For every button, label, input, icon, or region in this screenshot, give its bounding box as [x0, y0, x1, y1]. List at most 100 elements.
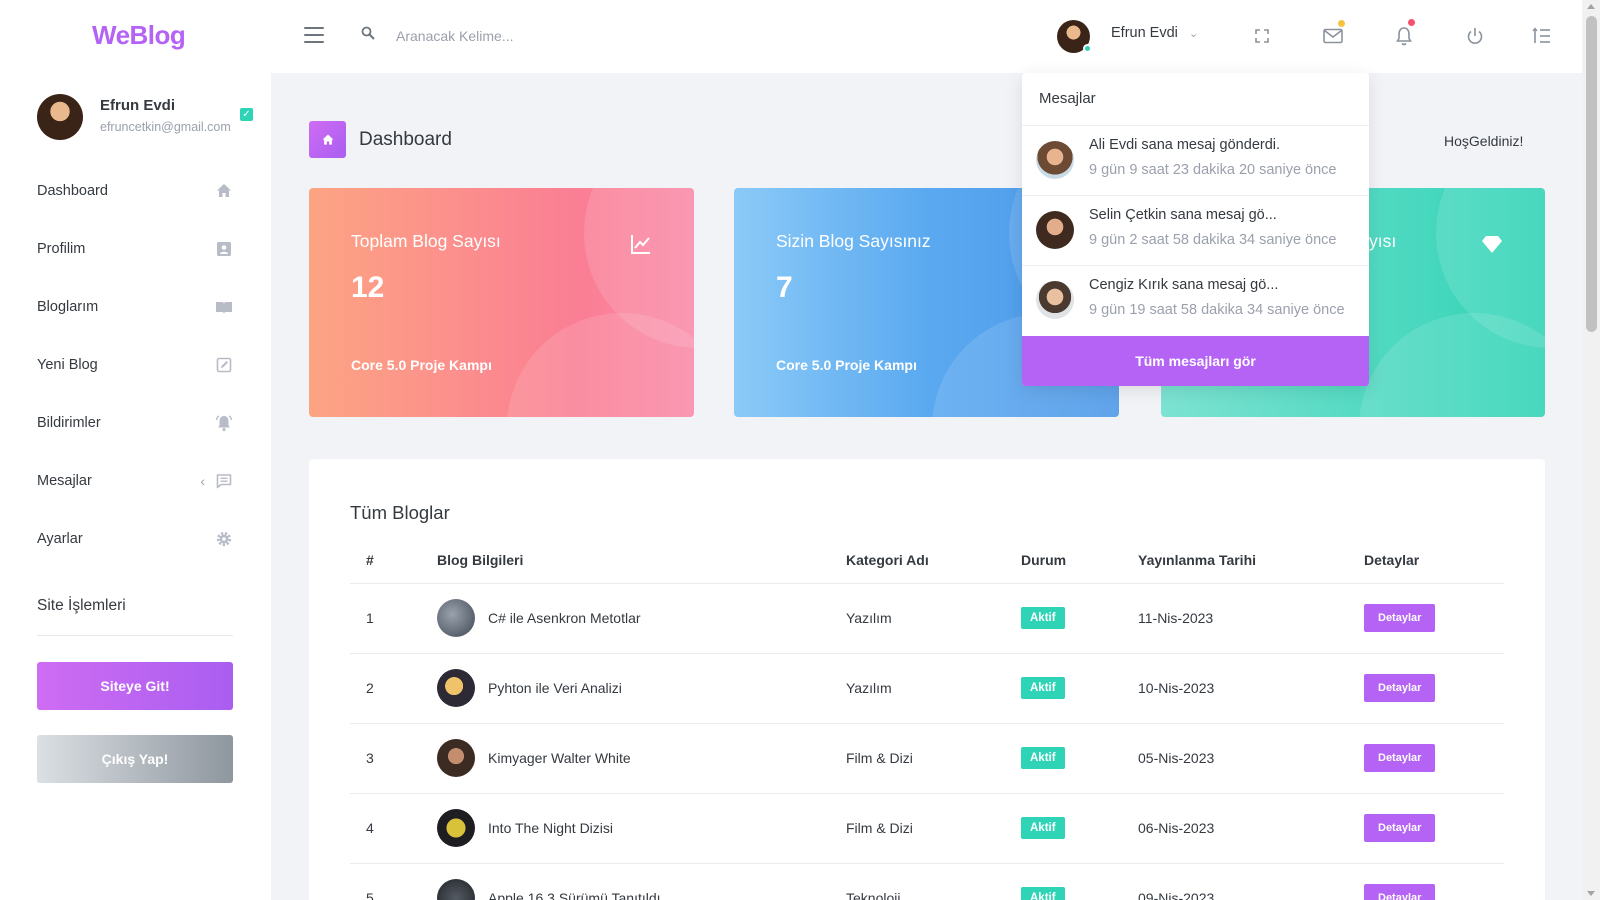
message-item[interactable]: Selin Çetkin sana mesaj gö... 9 gün 2 sa…: [1022, 195, 1369, 265]
message-item[interactable]: Cengiz Kırık sana mesaj gö... 9 gün 19 s…: [1022, 265, 1369, 335]
row-number: 5: [350, 863, 421, 900]
search-icon: [361, 26, 375, 40]
notification-badge-dot: [1408, 19, 1415, 26]
dropdown-title: Mesajlar: [1039, 90, 1096, 107]
sidebar-nav: Dashboard Profilim Bloglarım Yeni Blog B…: [37, 162, 233, 568]
gear-icon: [215, 530, 233, 548]
sidebar-item-bildirimler[interactable]: Bildirimler: [37, 394, 233, 452]
card-footer: Core 5.0 Proje Kampı: [776, 357, 917, 373]
verified-check-icon: ✓: [240, 108, 253, 121]
details-button[interactable]: Detaylar: [1364, 604, 1436, 632]
view-all-messages-button[interactable]: Tüm mesajları gör: [1022, 336, 1369, 386]
scroll-down-icon[interactable]: [1587, 891, 1595, 896]
scroll-up-icon[interactable]: [1587, 4, 1595, 9]
blogs-table: # Blog Bilgileri Kategori Adı Durum Yayı…: [350, 537, 1504, 900]
publish-date: 11-Nis-2023: [1122, 583, 1348, 654]
logout-button[interactable]: Çıkış Yap!: [37, 735, 233, 783]
card-value: 7: [776, 271, 793, 304]
blog-title[interactable]: Apple 16.3 Sürümü Tanıtıldı: [488, 890, 661, 900]
home-icon: [309, 121, 346, 158]
table-row: 4 Into The Night Dizisi Film & Dizi Akti…: [350, 793, 1504, 864]
online-status-dot: [1083, 44, 1092, 53]
details-button[interactable]: Detaylar: [1364, 674, 1436, 702]
line-chart-icon: [629, 232, 653, 256]
mail-icon[interactable]: [1322, 20, 1345, 47]
table-row: 1 C# ile Asenkron Metotlar Yazılım Aktif…: [350, 583, 1504, 654]
sidebar-item-profilim[interactable]: Profilim: [37, 220, 233, 278]
bell-icon[interactable]: [1393, 19, 1415, 47]
table-row: 2 Pyhton ile Veri Analizi Yazılım Aktif …: [350, 653, 1504, 724]
bell-icon: [215, 414, 233, 432]
blog-title[interactable]: Kimyager Walter White: [488, 750, 631, 766]
welcome-text: HoşGeldiniz!: [1444, 133, 1524, 149]
profile-card-icon: [215, 240, 233, 258]
status-badge: Aktif: [1021, 817, 1065, 839]
chevron-down-icon[interactable]: ⌄: [1189, 27, 1198, 40]
power-icon[interactable]: [1464, 25, 1486, 47]
all-blogs-panel: Tüm Bloglar # Blog Bilgileri Kategori Ad…: [309, 459, 1545, 900]
blog-thumbnail: [437, 879, 475, 900]
row-number: 2: [350, 653, 421, 724]
blog-title[interactable]: C# ile Asenkron Metotlar: [488, 610, 641, 626]
user-menu-name[interactable]: Efrun Evdi: [1111, 25, 1178, 41]
blog-title[interactable]: Into The Night Dizisi: [488, 820, 613, 836]
page-scrollbar[interactable]: [1582, 0, 1600, 900]
topbar: Efrun Evdi ⌄: [271, 0, 1582, 73]
table-header-row: # Blog Bilgileri Kategori Adı Durum Yayı…: [350, 537, 1504, 584]
details-button[interactable]: Detaylar: [1364, 814, 1436, 842]
profile-name: Efrun Evdi: [100, 97, 176, 114]
mail-badge-dot: [1338, 20, 1345, 27]
diamond-icon: [1480, 232, 1504, 256]
sidebar-item-bloglarim[interactable]: Bloglarım: [37, 278, 233, 336]
sidebar-item-label: Yeni Blog: [37, 357, 98, 373]
card-footer: Core 5.0 Proje Kampı: [351, 357, 492, 373]
blog-thumbnail: [437, 809, 475, 847]
avatar: [1036, 141, 1074, 179]
list-settings-icon[interactable]: [1531, 25, 1553, 47]
details-button[interactable]: Detaylar: [1364, 744, 1436, 772]
row-number: 1: [350, 583, 421, 654]
page-title: Dashboard: [359, 129, 452, 150]
blog-category: Film & Dizi: [830, 793, 1005, 864]
user-avatar[interactable]: [1057, 20, 1092, 53]
chevron-left-icon: ‹: [200, 473, 205, 489]
status-badge: Aktif: [1021, 887, 1065, 900]
card-title: Sizin Blog Sayısınız: [776, 231, 931, 251]
message-time: 9 gün 19 saat 58 dakika 34 saniye önce: [1089, 302, 1345, 318]
column-header: Blog Bilgileri: [421, 537, 830, 584]
blog-category: Teknoloji: [830, 863, 1005, 900]
panel-title: Tüm Bloglar: [350, 502, 450, 523]
status-badge: Aktif: [1021, 677, 1065, 699]
publish-date: 10-Nis-2023: [1122, 653, 1348, 724]
sidebar-item-label: Bildirimler: [37, 415, 101, 431]
sidebar-item-yeni-blog[interactable]: Yeni Blog: [37, 336, 233, 394]
publish-date: 06-Nis-2023: [1122, 793, 1348, 864]
blog-category: Yazılım: [830, 583, 1005, 654]
sidebar-item-ayarlar[interactable]: Ayarlar: [37, 510, 233, 568]
table-row: 5 Apple 16.3 Sürümü Tanıtıldı Teknoloji …: [350, 863, 1504, 900]
details-button[interactable]: Detaylar: [1364, 884, 1436, 900]
status-badge: Aktif: [1021, 607, 1065, 629]
search-input[interactable]: [396, 23, 696, 49]
total-blog-card: Toplam Blog Sayısı 12 Core 5.0 Proje Kam…: [309, 188, 694, 417]
sidebar-item-dashboard[interactable]: Dashboard: [37, 162, 233, 220]
sidebar-item-mesajlar[interactable]: Mesajlar ‹: [37, 452, 233, 510]
sidebar: WeBlog Efrun Evdi efruncetkin@gmail.com …: [0, 0, 271, 900]
edit-icon: [215, 356, 233, 374]
blog-title[interactable]: Pyhton ile Veri Analizi: [488, 680, 622, 696]
sidebar-item-label: Ayarlar: [37, 531, 83, 547]
card-title: Toplam Blog Sayısı: [351, 231, 501, 251]
message-item[interactable]: Ali Evdi sana mesaj gönderdi. 9 gün 9 sa…: [1022, 125, 1369, 195]
blog-thumbnail: [437, 739, 475, 777]
sidebar-item-label: Profilim: [37, 241, 86, 257]
go-to-site-button[interactable]: Siteye Git!: [37, 662, 233, 710]
divider: [37, 635, 233, 636]
fullscreen-icon[interactable]: [1251, 25, 1273, 47]
scrollbar-thumb[interactable]: [1586, 16, 1597, 332]
avatar: [1036, 211, 1074, 249]
app-logo[interactable]: WeBlog: [92, 20, 186, 51]
menu-toggle-icon[interactable]: [304, 27, 324, 43]
message-time: 9 gün 2 saat 58 dakika 34 saniye önce: [1089, 232, 1337, 248]
sidebar-profile: Efrun Evdi efruncetkin@gmail.com ✓: [37, 94, 257, 142]
blog-thumbnail: [437, 669, 475, 707]
